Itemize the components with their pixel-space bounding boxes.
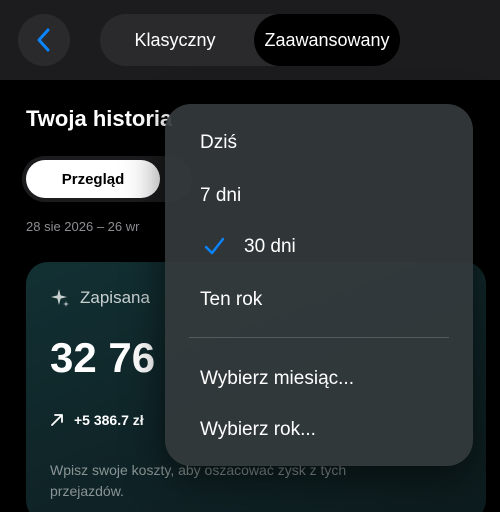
menu-item-label: Ten rok	[200, 289, 263, 310]
period-dropdown-menu: Dziś 7 dni 30 dni Ten rok Wybierz miesią…	[165, 104, 473, 466]
saved-amount: 32 76	[50, 334, 156, 381]
page-title: Twoja historia	[26, 106, 173, 131]
menu-item-label: 7 dni	[200, 185, 242, 206]
date-range: 28 sie 2026 – 26 wr	[26, 219, 140, 234]
cost-hint: Wpisz swoje koszty, aby oszacować zysk z…	[50, 462, 347, 499]
segment-classic[interactable]: Klasyczny	[100, 14, 250, 66]
menu-item-this-year[interactable]: Ten rok	[165, 275, 473, 325]
checkmark-icon	[204, 237, 225, 255]
menu-item-7-days[interactable]: 7 dni	[165, 171, 473, 221]
top-bar: Klasyczny Zaawansowany	[0, 0, 500, 80]
menu-item-30-days[interactable]: 30 dni	[165, 222, 473, 272]
menu-item-choose-year[interactable]: Wybierz rok...	[165, 405, 473, 455]
delta-value: +5 386.7 zł	[74, 412, 144, 428]
card-header: Zapisana	[50, 288, 150, 308]
menu-divider	[189, 337, 449, 338]
menu-item-label: 30 dni	[244, 236, 296, 257]
card-label: Zapisana	[80, 288, 150, 307]
back-button[interactable]	[18, 14, 70, 66]
menu-item-label: Dziś	[200, 132, 237, 153]
mode-segmented-control: Klasyczny Zaawansowany	[100, 14, 400, 66]
sparkle-icon	[51, 289, 69, 307]
tab-overview[interactable]: Przegląd	[26, 160, 160, 198]
segment-advanced[interactable]: Zaawansowany	[254, 14, 400, 66]
chevron-left-icon	[37, 28, 50, 52]
menu-item-label: Wybierz rok...	[200, 419, 316, 440]
delta-row: +5 386.7 zł	[50, 412, 144, 428]
menu-item-today[interactable]: Dziś	[165, 118, 473, 168]
menu-item-choose-month[interactable]: Wybierz miesiąc...	[165, 354, 473, 404]
menu-item-label: Wybierz miesiąc...	[200, 368, 354, 389]
arrow-up-right-icon	[51, 414, 63, 426]
